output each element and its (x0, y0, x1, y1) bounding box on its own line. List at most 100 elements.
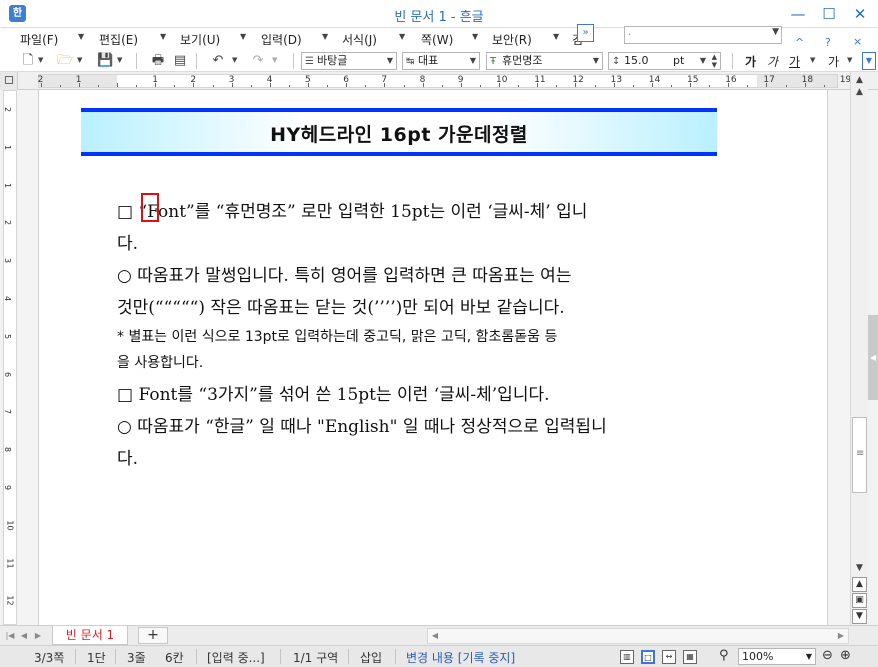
fit-page-icon[interactable]: ▥ (620, 650, 634, 664)
scroll-up-icon[interactable]: ▲ (851, 84, 868, 101)
spinner-icon[interactable]: ▲ ▼ (712, 53, 717, 69)
ruler-tick (193, 83, 195, 87)
menu-search-input[interactable]: . ▼ (624, 26, 782, 44)
status-track-changes[interactable]: 변경 내용 [기록 중지] (406, 649, 515, 666)
status-insert-mode[interactable]: 삽입 (360, 649, 382, 666)
paragraph-line[interactable]: □ “Font”를 “휴먼명조” 로만 입력한 15pt는 이런 ‘글씨-체’ … (117, 197, 759, 222)
scroll-left-icon[interactable]: ◀ (429, 629, 441, 643)
undo-icon[interactable]: ↶ (210, 53, 226, 69)
font-size-input[interactable]: ↕ 15.0 pt ▼ ▲ ▼ (608, 52, 721, 70)
menu-edit[interactable]: 편집(E) (99, 31, 138, 48)
chevron-down-icon[interactable]: ▼ (806, 649, 812, 664)
paragraph-line[interactable]: 을 사용합니다. (117, 352, 759, 372)
save-icon[interactable]: 💾 (97, 53, 113, 69)
prev-tab-icon[interactable]: ◀ (18, 629, 30, 643)
menu-more-arrow[interactable]: ▼ (399, 32, 405, 41)
scroll-down-icon[interactable]: ▼ (851, 560, 868, 577)
zoom-out-icon[interactable]: ⊖ (822, 648, 833, 663)
select-object-icon[interactable]: ▣ (852, 593, 867, 608)
scroll-right-icon[interactable]: ▶ (835, 629, 847, 643)
zoom-in-icon[interactable]: ⊕ (840, 648, 851, 663)
status-page[interactable]: 3/3쪽 (34, 649, 64, 666)
chevron-down-icon[interactable]: ▼ (77, 56, 82, 64)
paragraph-line[interactable]: 다. (117, 444, 759, 469)
menu-file[interactable]: 파일(F) (20, 31, 58, 48)
paragraph-line[interactable]: 것만(“““““) 작은 따옴표는 닫는 것(’’’’)만 되어 바보 같습니다… (117, 293, 759, 318)
single-page-view-icon[interactable]: □ (641, 650, 655, 664)
chevron-down-icon[interactable]: ▼ (387, 53, 393, 69)
print-preview-icon[interactable]: ▤ (172, 53, 188, 69)
menu-more-arrow[interactable]: ▼ (553, 32, 559, 41)
ruler-tick (59, 85, 61, 87)
close-icon[interactable]: ✕ (848, 4, 872, 24)
menu-more-arrow[interactable]: ▼ (472, 32, 478, 41)
paragraph-line[interactable]: □ Font를 “3가지”를 섞어 쓴 15pt는 이런 ‘글씨-체’입니다. (117, 380, 759, 405)
chevron-down-icon[interactable]: ▼ (772, 27, 779, 37)
strike-button[interactable]: 가 (828, 53, 839, 70)
font-family-select[interactable]: Ŧ 휴먼명조 ▼ (486, 52, 603, 70)
heading-block[interactable]: HY헤드라인 16pt 가운데정렬 (81, 108, 717, 165)
prev-page-icon[interactable]: ▲ (852, 577, 867, 592)
chevron-down-icon[interactable]: ▼ (38, 56, 43, 64)
toolbar-more-icon[interactable]: ▼ (862, 52, 876, 70)
font-language-value: 대표 (418, 54, 439, 67)
ruler-tick (537, 83, 539, 87)
next-page-icon[interactable]: ▼ (852, 609, 867, 624)
add-tab-button[interactable]: + (138, 627, 168, 644)
menu-more-arrow[interactable]: ▼ (160, 32, 166, 41)
menu-page[interactable]: 쪽(W) (421, 31, 453, 48)
zoom-icon[interactable]: ⚲ (719, 648, 729, 663)
next-tab-icon[interactable]: ▶ (32, 629, 44, 643)
chevron-down-icon[interactable]: ▼ (593, 53, 599, 69)
menu-insert[interactable]: 입력(D) (261, 31, 302, 48)
paragraph-line[interactable]: ○ 따옴표가 “한글” 일 때나 "English" 일 때나 정상적으로 입력… (117, 412, 759, 437)
paragraph-line[interactable]: ○ 따옴표가 말썽입니다. 특히 영어를 입력하면 큰 따옴표는 여는 (117, 261, 759, 286)
new-document-icon[interactable]: 🗋 (20, 53, 36, 69)
vertical-scrollbar[interactable]: ▲ ▲ ≡ ▼ ▲ ▣ ▼ (850, 72, 868, 627)
font-language-select[interactable]: ↹ 대표 ▼ (402, 52, 480, 70)
paragraph-style-select[interactable]: ☰ 바탕글 ▼ (301, 52, 397, 70)
zoom-select[interactable]: 100% ▼ (738, 648, 816, 665)
status-bar: 3/3쪽 1단 3줄 6칸 [입력 중...] 1/1 구역 삽입 변경 내용 … (0, 645, 878, 667)
vertical-ruler[interactable]: 2112345678910111213 (3, 90, 17, 644)
ruler-tick (174, 85, 176, 87)
ruler-corner-icon[interactable] (0, 72, 18, 90)
help-icon[interactable]: ? (825, 36, 831, 49)
chevron-down-icon[interactable]: ▼ (847, 56, 852, 64)
ruler-scale[interactable]: 2 1 1 2 3 4 5 6 7 8 9 10 11 12 13 14 15 16 17 18 19 (38, 74, 851, 88)
tab-document-1[interactable]: 빈 문서 1 (52, 626, 128, 645)
chevron-down-icon[interactable]: ▼ (810, 56, 815, 64)
ruler-number: 16 (725, 75, 737, 85)
menu-format[interactable]: 서식(J) (342, 31, 377, 48)
menu-view[interactable]: 보기(U) (180, 31, 220, 48)
multi-page-view-icon[interactable]: ▦ (683, 650, 697, 664)
chevron-down-icon[interactable]: ▼ (117, 56, 122, 64)
maximize-icon[interactable]: ☐ (817, 4, 841, 24)
chevron-down-icon[interactable]: ▼ (272, 56, 277, 64)
paragraph-line[interactable]: * 별표는 이런 식으로 13pt로 입력하는데 중고딕, 맑은 고딕, 함초롬… (117, 326, 759, 346)
menu-more-arrow[interactable]: ▼ (322, 32, 328, 41)
open-folder-icon[interactable]: 🗁 (57, 53, 73, 69)
menu-security[interactable]: 보안(R) (492, 31, 532, 48)
scroll-thumb[interactable]: ≡ (852, 417, 867, 493)
chevron-down-icon[interactable]: ▼ (232, 56, 237, 64)
menu-more-arrow[interactable]: ▼ (78, 32, 84, 41)
minimize-icon[interactable]: — (786, 4, 810, 24)
paragraph-line[interactable]: 다. (117, 229, 759, 254)
chevron-down-icon[interactable]: ▼ (470, 53, 476, 69)
menu-more-arrow[interactable]: ▼ (240, 32, 246, 41)
bold-button[interactable]: 가 (745, 53, 756, 70)
italic-button[interactable]: 가 (767, 53, 778, 70)
print-icon[interactable]: 🖶 (150, 53, 166, 69)
zoom-value: 100% (742, 650, 774, 663)
close-doc-icon[interactable]: × (853, 35, 862, 48)
first-tab-icon[interactable]: |◀ (4, 629, 16, 643)
underline-button[interactable]: 가 (789, 53, 800, 70)
chevron-down-icon[interactable]: ▼ (700, 53, 706, 69)
menu-overflow-button[interactable]: » (577, 24, 594, 42)
fit-width-icon[interactable]: ↔ (662, 650, 676, 664)
collapse-ribbon-icon[interactable]: ^ (795, 36, 804, 49)
side-panel-toggle[interactable]: ◀ (868, 315, 878, 400)
horizontal-scrollbar[interactable]: ◀ ▶ (427, 628, 849, 644)
redo-icon[interactable]: ↷ (250, 53, 266, 69)
